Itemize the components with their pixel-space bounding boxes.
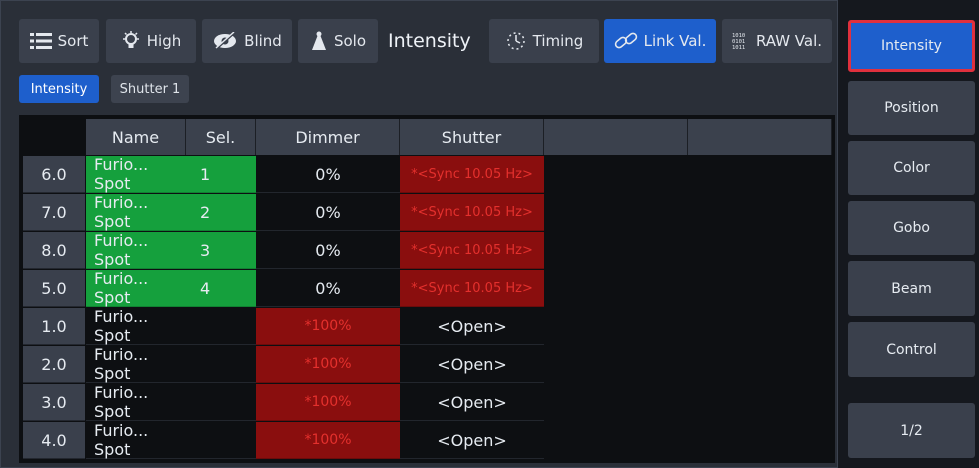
raw-values-button[interactable]: 1010 0101 1011 RAW Val. [722, 19, 832, 63]
shutter-value-cell[interactable]: <Open> [400, 384, 544, 421]
shutter-value-cell[interactable]: <Open> [400, 308, 544, 345]
solo-label: Solo [333, 32, 367, 50]
feature-beam-button[interactable]: Beam [848, 261, 975, 316]
fixture-id-cell[interactable]: 8.0 [23, 232, 85, 269]
sort-button[interactable]: Sort [19, 19, 99, 63]
fixture-name-cell[interactable]: Furio... Spot [86, 269, 186, 307]
fixture-name-cell[interactable]: Furio... Spot [86, 421, 186, 459]
bulb-icon [121, 31, 141, 51]
spotlight-icon [310, 30, 328, 52]
selection-order-cell[interactable] [186, 422, 256, 459]
fixture-id-cell[interactable]: 3.0 [23, 384, 85, 421]
tab-intensity[interactable]: Intensity [19, 75, 99, 103]
column-header-empty [688, 119, 832, 155]
fixture-name-cell[interactable]: Furio... Spot [86, 345, 186, 383]
selection-order-cell[interactable]: 2 [186, 194, 256, 231]
shutter-value-cell[interactable]: <Open> [400, 346, 544, 383]
dimmer-value-cell[interactable]: 0% [256, 156, 400, 193]
shutter-value-cell[interactable]: *<Sync 10.05 Hz> [400, 156, 544, 193]
column-header-shutter[interactable]: Shutter [400, 119, 544, 155]
selection-order-cell[interactable] [186, 346, 256, 383]
feature-position-button[interactable]: Position [848, 81, 975, 135]
selection-order-cell[interactable] [186, 308, 256, 345]
fixture-grid: Name Sel. Dimmer Shutter 6.0 Furio... Spo… [19, 115, 835, 463]
fixture-name-cell[interactable]: Furio... Spot [86, 231, 186, 269]
timing-icon [505, 30, 527, 52]
blind-button[interactable]: Blind [202, 19, 292, 63]
dimmer-value-cell[interactable]: *100% [256, 422, 400, 459]
feature-color-button[interactable]: Color [848, 141, 975, 195]
column-header-empty [544, 119, 688, 155]
eye-slash-icon [212, 32, 238, 50]
fixture-id-cell[interactable]: 5.0 [23, 270, 85, 307]
shutter-value-cell[interactable]: *<Sync 10.05 Hz> [400, 232, 544, 269]
shutter-value-cell[interactable]: <Open> [400, 422, 544, 459]
sheet-title: Intensity [388, 30, 471, 52]
fixture-id-cell[interactable]: 7.0 [23, 194, 85, 231]
dimmer-value-cell[interactable]: 0% [256, 194, 400, 231]
fixture-name-cell[interactable]: Furio... Spot [86, 193, 186, 231]
dimmer-value-cell[interactable]: *100% [256, 308, 400, 345]
column-header-selection[interactable]: Sel. [186, 119, 256, 155]
fixture-name-cell[interactable]: Furio... Spot [86, 307, 186, 345]
fixture-id-cell[interactable]: 6.0 [23, 156, 85, 193]
selection-order-cell[interactable]: 1 [186, 156, 256, 193]
raw-values-label: RAW Val. [755, 32, 823, 50]
link-values-label: Link Val. [643, 32, 707, 50]
dimmer-value-cell[interactable]: 0% [256, 270, 400, 307]
fixture-sheet-panel: Sort High Blind Solo Intensity Timing Li… [0, 0, 838, 468]
dimmer-value-cell[interactable]: *100% [256, 346, 400, 383]
feature-intensity-button[interactable]: Intensity [848, 20, 975, 72]
fixture-id-cell[interactable]: 2.0 [23, 346, 85, 383]
sort-label: Sort [57, 32, 89, 50]
fixture-id-cell[interactable]: 1.0 [23, 308, 85, 345]
fixture-name-cell[interactable]: Furio... Spot [86, 383, 186, 421]
link-values-button[interactable]: Link Val. [604, 19, 716, 63]
fixture-id-cell[interactable]: 4.0 [23, 422, 85, 459]
shutter-value-cell[interactable]: *<Sync 10.05 Hz> [400, 194, 544, 231]
link-icon [614, 30, 638, 52]
shutter-value-cell[interactable]: *<Sync 10.05 Hz> [400, 270, 544, 307]
column-header-name[interactable]: Name [86, 119, 186, 155]
toolbar: Sort High Blind Solo Intensity Timing Li… [19, 19, 835, 63]
feature-group-bar: Intensity Position Color Gobo Beam Contr… [840, 0, 979, 468]
selection-order-cell[interactable]: 3 [186, 232, 256, 269]
blind-label: Blind [244, 32, 282, 50]
selection-order-cell[interactable]: 4 [186, 270, 256, 307]
feature-gobo-button[interactable]: Gobo [848, 201, 975, 255]
dimmer-value-cell[interactable]: 0% [256, 232, 400, 269]
list-icon [29, 32, 52, 50]
solo-button[interactable]: Solo [298, 19, 378, 63]
page-indicator-button[interactable]: 1/2 [848, 403, 975, 458]
svg-text:1011: 1011 [732, 45, 745, 50]
timing-label: Timing [532, 32, 584, 50]
feature-control-button[interactable]: Control [848, 322, 975, 377]
high-button[interactable]: High [106, 19, 196, 63]
high-label: High [146, 32, 182, 50]
selection-order-cell[interactable] [186, 384, 256, 421]
timing-button[interactable]: Timing [489, 19, 599, 63]
tab-shutter-1[interactable]: Shutter 1 [111, 75, 189, 103]
binary-icon: 1010 0101 1011 [732, 32, 750, 50]
column-header-dimmer[interactable]: Dimmer [256, 119, 400, 155]
fixture-name-cell[interactable]: Furio... Spot [86, 155, 186, 193]
dimmer-value-cell[interactable]: *100% [256, 384, 400, 421]
